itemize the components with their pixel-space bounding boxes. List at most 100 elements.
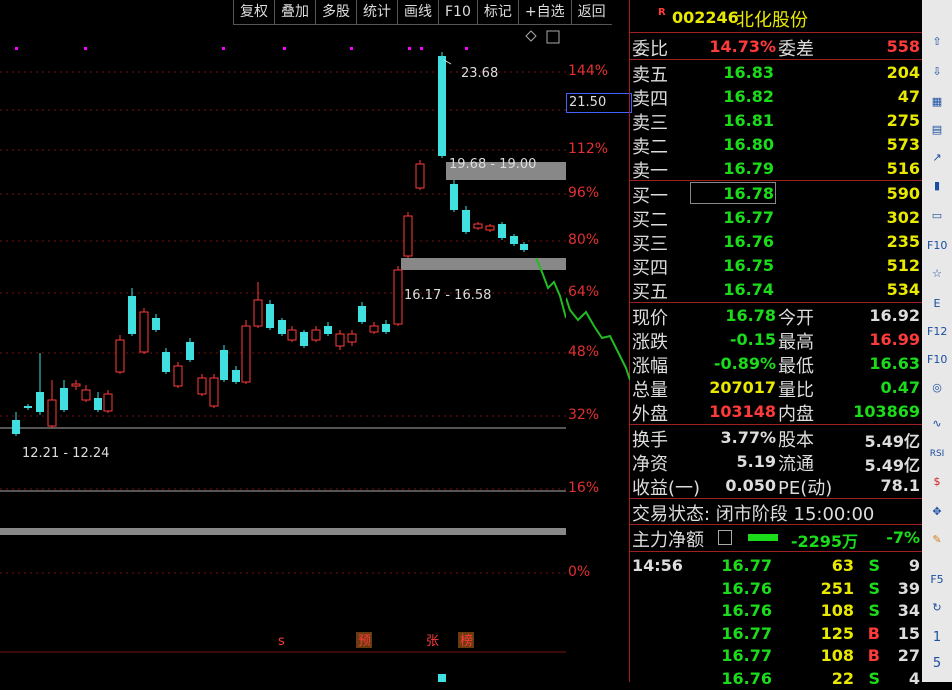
diamond-icon [525,30,537,42]
candle-body [278,320,286,334]
candle-body [173,365,183,387]
e-icon[interactable]: E [927,294,947,314]
candle-body [415,163,425,189]
stat-row: 换手 3.77% 股本 5.49亿 [630,426,923,451]
grid-icon[interactable]: ▤ [927,120,947,140]
trade-status: 交易状态: 闭市阶段 15:00:00 [632,504,875,525]
tick-volume: 108 [820,646,854,665]
candle-body [300,332,308,346]
stat-value: 16.78 [725,306,776,325]
toolbar-button-1[interactable]: 叠加 [274,0,315,25]
candle-icon[interactable]: ▮ [927,176,947,196]
candle-body [510,236,518,244]
tick-row: 16.76 22 S 4 [630,667,923,690]
ask-volume: 573 [886,135,920,154]
stat-label: 流通 [778,454,814,475]
ask-label: 卖三 [632,113,668,134]
toolbar-button-0[interactable]: 复权 [233,0,274,25]
stat-value: 5.49亿 [864,456,920,475]
toolbar-button-2[interactable]: 多股 [315,0,356,25]
stat-value: 0.050 [725,476,776,495]
toolbar-button-7[interactable]: +自选 [517,0,571,25]
list-icon[interactable] [718,530,732,545]
annotation-label: 19.68 - 19.00 [449,157,536,172]
tick-count: 39 [897,578,920,598]
f5-icon[interactable]: F5 [927,570,947,590]
tick-count: 34 [897,601,920,620]
intraday-curve-ext [566,297,630,381]
tick-side: S [868,668,880,688]
stat-value: 5.49亿 [864,432,920,451]
candle-body [232,370,240,382]
stat-label: 涨幅 [632,356,668,377]
annotation-label: 23.68 [461,66,498,81]
period-button[interactable]: 1 [927,628,947,648]
tick-price: 16.76 [721,601,772,620]
rsi-icon[interactable]: RSI [927,444,947,464]
stat-row: 现价 16.78 今开 16.92 [630,304,923,329]
tick-side: B [867,623,880,643]
chart-icon[interactable]: ▦ [927,92,947,112]
candle-body [139,311,149,353]
mainflow-row: 主力净额 -2295万 -7% [632,528,920,551]
tick-price: 16.77 [721,556,772,575]
y-tick-label: 80% [568,232,600,248]
wave-icon[interactable]: ∿ [927,414,947,434]
up-arrow-icon[interactable]: ⇧ [927,32,947,52]
toolbar-button-3[interactable]: 统计 [356,0,397,25]
candle-body [358,306,366,322]
toolbar-button-4[interactable]: 画线 [397,0,438,25]
marker-dot [222,47,225,50]
f12-icon[interactable]: F12 [927,322,947,342]
candle-body [347,333,357,343]
refresh-icon[interactable]: ↻ [927,598,947,618]
kline-chart[interactable]: 23.68 19.68 - 19.00 16.17 - 16.58 12.21 - 1… [0,26,567,682]
candle-body [520,244,528,250]
pen-icon[interactable]: ✎ [927,530,947,550]
tick-price: 16.76 [721,668,772,688]
f10b-icon[interactable]: F10 [927,350,947,370]
candle-body [393,269,403,325]
candle-body [266,304,274,328]
toolbar-button-5[interactable]: F10 [438,0,477,25]
bid-row: 买一 16.78 590 [630,182,923,207]
gap-box [0,528,566,535]
candle-body [128,296,136,334]
candle-body [47,399,57,427]
tick-row: 14:56 16.77 63 S 9 [630,554,923,577]
bid-price: 16.77 [723,208,774,227]
f10-icon[interactable]: F10 [927,236,947,256]
move-icon[interactable]: ✥ [927,502,947,522]
stat-label: 换手 [632,430,668,451]
ask-volume: 516 [886,159,920,178]
dollar-icon[interactable]: $ [927,472,947,492]
candle-body [473,223,483,229]
bid-label: 买五 [632,282,668,303]
period-button[interactable]: 5 [927,654,947,674]
star-icon[interactable]: ☆ [927,264,947,284]
tick-count: 15 [897,623,920,643]
tick-volume: 125 [820,623,854,643]
circle-icon[interactable]: ◎ [927,378,947,398]
stock-header: R 002246 北化股份 [630,5,923,31]
stat-label: PE(动) [778,478,833,499]
candle-body [162,352,170,372]
candle-body [450,184,458,210]
candle-body [209,377,219,407]
y-tick-label: 0% [568,564,591,580]
stat-label: 量比 [778,380,814,401]
stat-label: 总量 [632,380,668,401]
candle-body [287,329,297,341]
line-icon[interactable]: ↗ [927,148,947,168]
stat-label: 净资 [632,454,668,475]
candle-body [241,325,251,383]
stat-value: 3.77% [720,428,776,447]
toolbar-button-8[interactable]: 返回 [570,0,612,25]
window-icon[interactable]: ▭ [927,206,947,226]
tick-side: S [868,578,880,598]
down-arrow-icon[interactable]: ⇩ [927,62,947,82]
toolbar-button-6[interactable]: 标记 [476,0,518,25]
bid-volume: 235 [886,232,920,251]
candle-body [462,210,470,232]
candle-body [438,56,446,156]
